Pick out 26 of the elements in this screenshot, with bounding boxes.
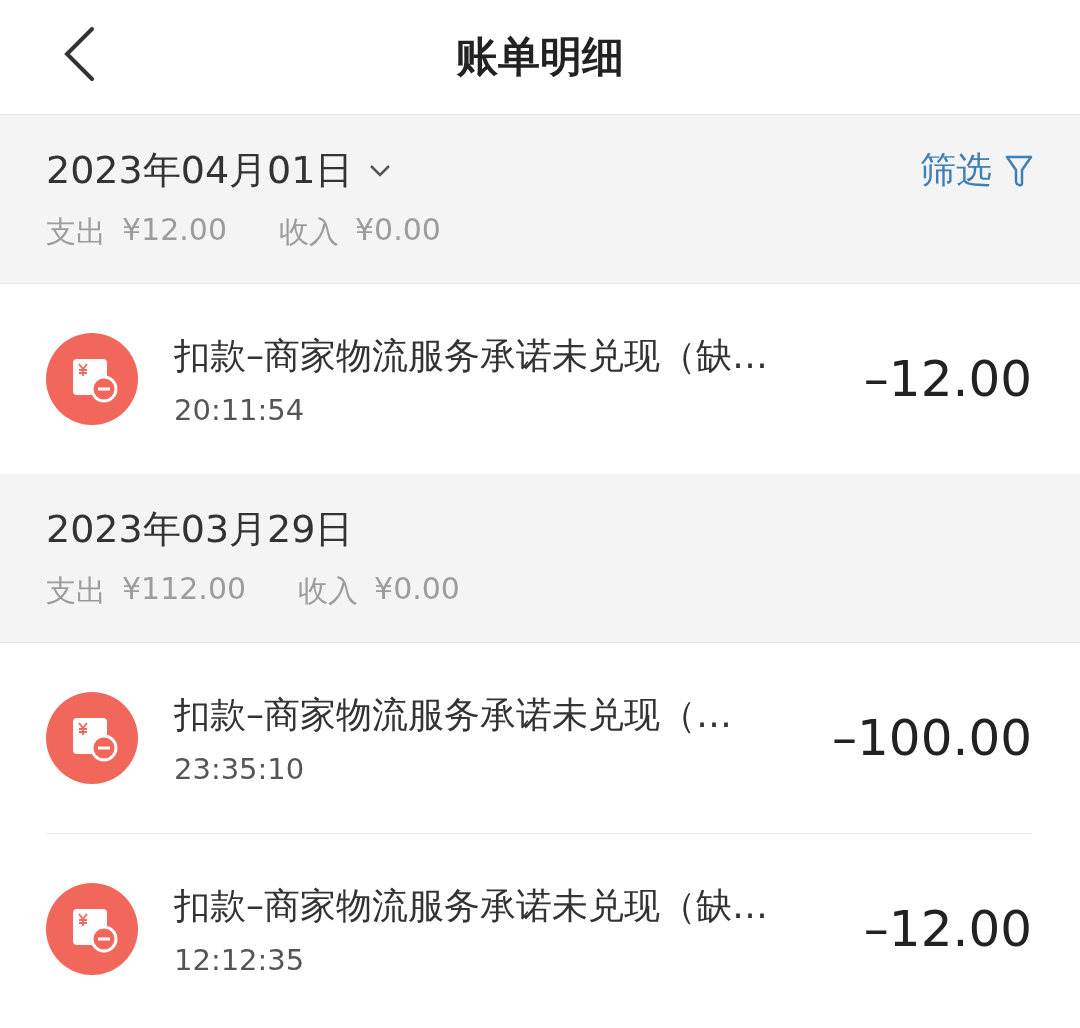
filter-button[interactable]: 筛选: [920, 146, 1034, 195]
transaction-time: 23:35:10: [174, 751, 306, 786]
deduction-icon: [46, 333, 138, 425]
transaction-amount: –12.00: [863, 350, 1032, 408]
expense-amount: ¥12.00: [122, 212, 227, 249]
transaction-title: 扣款–商家物流服务承诺未兑现（缺…: [174, 333, 769, 378]
income-amount: ¥0.00: [355, 212, 441, 249]
page-title: 账单明细: [456, 31, 624, 83]
transaction-title: 扣款–商家物流服务承诺未兑现（…: [174, 692, 733, 737]
date-label: 2023年04月01日: [46, 147, 354, 194]
expense-label: 支出: [46, 213, 106, 251]
filter-icon: [1004, 153, 1034, 188]
deduction-icon: [46, 883, 138, 975]
chevron-down-icon[interactable]: [369, 163, 392, 178]
expense-amount: ¥112.00: [122, 571, 247, 608]
income-label: 收入: [298, 572, 359, 610]
transaction-title: 扣款–商家物流服务承诺未兑现（缺…: [174, 883, 769, 928]
expense-label: 支出: [46, 572, 106, 610]
transaction-time: 12:12:35: [174, 942, 306, 977]
deduction-icon: [46, 692, 138, 784]
transaction-amount: –12.00: [863, 900, 1032, 958]
income-amount: ¥0.00: [374, 571, 460, 608]
transaction-time: 20:11:54: [174, 392, 306, 427]
transaction-amount: –100.00: [832, 709, 1032, 767]
income-label: 收入: [279, 213, 339, 251]
date-label: 2023年03月29日: [46, 506, 354, 553]
